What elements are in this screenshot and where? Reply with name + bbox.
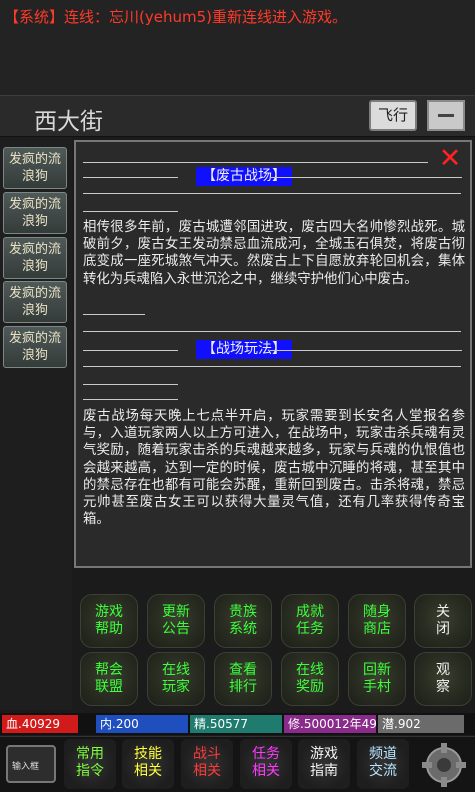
system-message: 【系统】连线：忘川(yehum5)重新连线进入游戏。	[4, 8, 347, 26]
online-reward-button[interactable]: 在线 奖励	[281, 652, 339, 706]
return-newbie-village-button[interactable]: 回新 手村	[348, 652, 406, 706]
portable-shop-button[interactable]: 随身 商店	[348, 594, 406, 648]
tasks-button[interactable]: 任务 相关	[240, 739, 292, 789]
channel-chat-button[interactable]: 频道 交流	[357, 739, 409, 789]
hp-stat: 血.40929	[2, 715, 78, 733]
divider	[83, 162, 428, 163]
observe-button[interactable]: 观察	[414, 652, 472, 706]
location-bar: 西大街 飞行	[0, 95, 475, 137]
divider	[83, 211, 178, 212]
game-guide-button[interactable]: 游戏 指南	[298, 739, 350, 789]
npc-list: 发疯的流浪狗 发疯的流浪狗 发疯的流浪狗 发疯的流浪狗 发疯的流浪狗	[0, 137, 72, 710]
gear-icon[interactable]	[420, 741, 468, 789]
view-ranking-button[interactable]: 查看 排行	[214, 652, 272, 706]
npc-button[interactable]: 发疯的流浪狗	[3, 326, 67, 368]
combat-button[interactable]: 战斗 相关	[181, 739, 233, 789]
divider	[83, 193, 461, 194]
section-text-battlefield: 相传很多年前，废古城遭邻国进攻，废古四大名帅惨烈战死。城破前夕，废古女王发动禁忌…	[83, 220, 465, 287]
divider	[83, 314, 145, 315]
divider	[83, 177, 178, 178]
npc-button[interactable]: 发疯的流浪狗	[3, 281, 67, 323]
divider	[83, 366, 461, 367]
location-title: 西大街	[34, 109, 103, 135]
divider	[270, 350, 462, 351]
menu-grid: 游戏 帮助 更新 公告 贵族 系统 成就 任务 随身 商店 关闭 帮会 联盟 在线 玩家 查看…	[74, 590, 472, 710]
common-commands-button[interactable]: 常用 指令	[64, 739, 116, 789]
xiu-stat: 修.500012年49	[284, 715, 376, 733]
jing-stat: 精.50577	[190, 715, 282, 733]
mp-stat: 内.200	[96, 715, 188, 733]
game-help-button[interactable]: 游戏 帮助	[80, 594, 138, 648]
close-icon[interactable]: ✕	[432, 143, 468, 175]
divider	[83, 331, 461, 332]
skills-button[interactable]: 技能 相关	[122, 739, 174, 789]
section-text-gameplay: 废古战场每天晚上七点半开启，玩家需要到长安名人堂报名参与，入道玩家两人以上方可进…	[83, 409, 465, 528]
qian-stat: 潜.902	[378, 715, 464, 733]
input-box-button[interactable]: 输入框	[6, 745, 56, 783]
divider	[83, 350, 178, 351]
fly-button[interactable]: 飞行	[369, 100, 417, 131]
bottom-nav: 输入框 常用 指令 技能 相关 战斗 相关 任务 相关 游戏 指南 频道 交流	[0, 736, 475, 792]
divider	[270, 177, 462, 178]
minus-icon	[438, 114, 454, 117]
close-button[interactable]: 关闭	[414, 594, 472, 648]
system-message-area: 【系统】连线：忘川(yehum5)重新连线进入游戏。	[0, 0, 475, 95]
divider	[83, 384, 178, 385]
online-players-button[interactable]: 在线 玩家	[147, 652, 205, 706]
guild-alliance-button[interactable]: 帮会 联盟	[80, 652, 138, 706]
minimize-button[interactable]	[427, 100, 465, 131]
npc-button[interactable]: 发疯的流浪狗	[3, 192, 67, 234]
npc-button[interactable]: 发疯的流浪狗	[3, 147, 67, 189]
update-notice-button[interactable]: 更新 公告	[147, 594, 205, 648]
divider	[83, 399, 178, 400]
nobility-system-button[interactable]: 贵族 系统	[214, 594, 272, 648]
stats-bar: 血.40929 内.200 精.50577 修.500012年49 潜.902	[0, 713, 475, 735]
achievement-task-button[interactable]: 成就 任务	[281, 594, 339, 648]
npc-button[interactable]: 发疯的流浪狗	[3, 237, 67, 279]
